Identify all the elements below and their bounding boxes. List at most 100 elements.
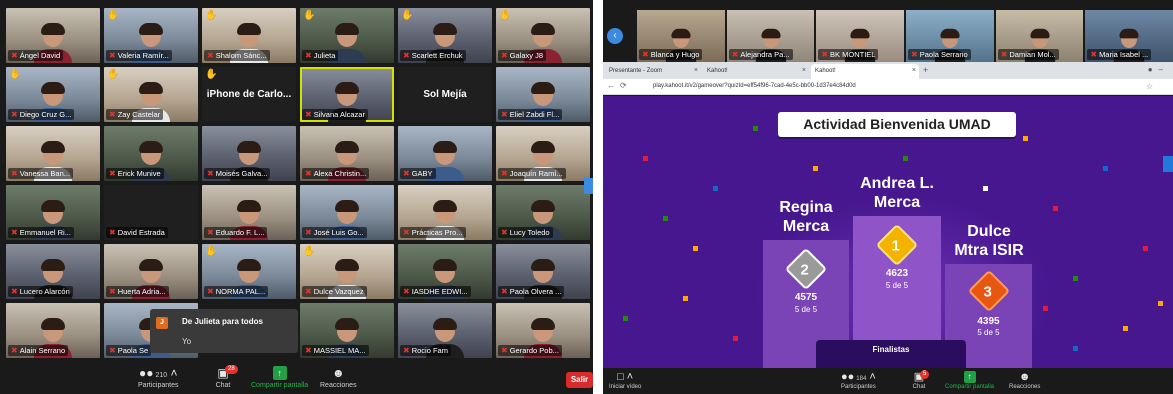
participant-name-label: ✖ Zay Castelar	[106, 109, 164, 120]
strip-participant-tile[interactable]: ✖ Maria Isabel ...	[1085, 10, 1173, 62]
muted-mic-icon: ✖	[403, 287, 410, 296]
participant-tile[interactable]: ✋ ✖ Scarlett Erchuk	[398, 8, 492, 63]
muted-mic-icon: ✖	[109, 346, 116, 355]
participant-name: BK MONTIEL	[830, 50, 876, 59]
participant-tile[interactable]: ✖ Joaquín Ramí...	[496, 126, 590, 181]
participant-tile[interactable]: ✖ Lucero Alarcón	[6, 244, 100, 299]
back-arrow-icon[interactable]: ‹	[607, 28, 623, 44]
quiz-title: Actividad Bienvenida UMAD	[778, 112, 1016, 137]
participant-tile[interactable]: ✖ Alain Serrano	[6, 303, 100, 358]
participant-tile[interactable]: ✖ Prácticas Pro...	[398, 185, 492, 240]
close-icon[interactable]: ×	[694, 67, 698, 74]
participant-tile[interactable]: ✖ IASDHE EDWI...	[398, 244, 492, 299]
participant-tile[interactable]: ✖ Eduardo F. L...	[202, 185, 296, 240]
participant-name: Lucero Alarcón	[19, 287, 70, 296]
participant-tile[interactable]: ✋ ✖ Shalom Sánc...	[202, 8, 296, 63]
participant-tile[interactable]: ✖ José Luis Go...	[300, 185, 394, 240]
participant-tile[interactable]: ✋ ✖ Galaxy J8	[496, 8, 590, 63]
finalists-label: Finalistas	[872, 345, 910, 354]
muted-mic-icon: ✖	[403, 346, 410, 355]
participant-tile[interactable]: ✖ Ángel David	[6, 8, 100, 63]
strip-participant-tile[interactable]: ✖ BK MONTIEL	[816, 10, 905, 62]
participant-name: GABY	[411, 169, 433, 178]
participant-name-label: ✖ Moisés Galva...	[204, 168, 271, 179]
participants-button[interactable]: ●● 184 ˄ Participantes	[841, 371, 876, 390]
next-page-arrow[interactable]	[584, 178, 593, 194]
muted-mic-icon: ✖	[11, 346, 18, 355]
strip-participant-tile[interactable]: ✖ Paola Serrano	[906, 10, 994, 62]
raised-hand-icon: ✋	[9, 69, 22, 80]
tab-kahoot-2[interactable]: Kahoot! ×	[811, 64, 919, 79]
strip-participant-tile[interactable]: ✖ Blanca y Hugo	[637, 10, 725, 62]
muted-mic-icon: ✖	[109, 51, 116, 60]
participant-tile[interactable]: ✖ GABY	[398, 126, 492, 181]
participant-tile[interactable]: ✋ ✖ Julieta	[300, 8, 394, 63]
participant-name-label: ✖ MASSIEL MA...	[302, 345, 369, 356]
participant-tile[interactable]: ✖ Vanessa Ban...	[6, 126, 100, 181]
participant-tile[interactable]: ✖ David Estrada	[104, 185, 198, 240]
share-screen-button[interactable]: ↑ Compartir pantalla	[945, 371, 994, 390]
participant-name-label: ✖ Ángel David	[8, 50, 64, 61]
start-video-button[interactable]: □ ˄ Iniciar vídeo	[609, 371, 641, 390]
participants-button[interactable]: ●● 210 ˄ Participantes	[138, 366, 178, 389]
side-tab[interactable]	[1163, 156, 1173, 172]
participant-tile[interactable]: ✖ Eliel Zabdi Fl...	[496, 67, 590, 122]
address-bar: ←⟳ play.kahoot.it/v2/gameover?quizId=eff…	[603, 79, 1173, 95]
browser-tab-bar: Presentante - Zoom × Kahoot! × Kahoot! ×…	[603, 62, 1173, 79]
reactions-button[interactable]: ☻ Reacciones	[320, 366, 357, 389]
participant-tile[interactable]: ✋ ✖ Diego Cruz G...	[6, 67, 100, 122]
participant-tile[interactable]: ✖ Rocio Fam	[398, 303, 492, 358]
confetti	[983, 186, 988, 191]
participant-name: NORMA PAL...	[215, 287, 266, 296]
participant-tile[interactable]: ✋ ✖ Zay Castelar	[104, 67, 198, 122]
leave-meeting-button[interactable]: Salir	[566, 372, 593, 388]
first-place-score: 4623	[885, 268, 909, 279]
window-controls[interactable]: ●–	[1148, 65, 1169, 74]
close-icon[interactable]: ×	[912, 67, 916, 74]
participant-tile[interactable]: ✖ Alexa Christin...	[300, 126, 394, 181]
strip-participant-tile[interactable]: ✖ Damian Mol...	[995, 10, 1084, 62]
chat-notification[interactable]: J De Julieta para todos Yo	[150, 309, 298, 353]
raised-hand-icon: ✋	[303, 10, 316, 21]
raised-hand-icon: ✋	[107, 10, 120, 21]
participant-tile[interactable]: ✋ ✖ Dulce Vazquez	[300, 244, 394, 299]
chat-button[interactable]: ▣ 28 Chat	[214, 365, 238, 389]
share-screen-button[interactable]: ↑ Compartir pantalla	[251, 366, 308, 389]
participant-name: MASSIEL MA...	[313, 346, 366, 355]
participant-tile[interactable]: ✖ MASSIEL MA...	[300, 303, 394, 358]
strip-participant-tile[interactable]: ✖ Alejandra Pa...	[726, 10, 815, 62]
participant-tile[interactable]: ✖ Emmanuel Ri...	[6, 185, 100, 240]
url-field[interactable]: play.kahoot.it/v2/gameover?quizId=eff54f…	[653, 83, 856, 89]
third-place-correct: 5 de 5	[977, 328, 1000, 337]
participant-tile[interactable]: iPhone de Carlo... ✋	[202, 67, 296, 122]
participant-name-card: Sol Mejía	[423, 89, 467, 100]
participant-tile[interactable]: ✖ Erick Munive	[104, 126, 198, 181]
chat-label: Chat	[912, 384, 926, 390]
participant-tile[interactable]: ✋ ✖ NORMA PAL...	[202, 244, 296, 299]
participant-tile[interactable]: ✋ ✖ Valeria Ramír...	[104, 8, 198, 63]
participant-tile[interactable]: ✖ Moisés Galva...	[202, 126, 296, 181]
new-tab-icon[interactable]: +	[923, 65, 928, 75]
participant-tile[interactable]: ✖ Lucy Toledo	[496, 185, 590, 240]
close-icon[interactable]: ×	[802, 67, 806, 74]
muted-mic-icon: ✖	[642, 50, 649, 59]
participant-tile[interactable]: Sol Mejía	[398, 67, 492, 122]
participant-name: Silvana Alcazar	[313, 110, 365, 119]
bookmark-star-icon[interactable]: ☆	[1146, 82, 1153, 91]
muted-mic-icon: ✖	[305, 346, 312, 355]
muted-mic-icon: ✖	[11, 110, 18, 119]
tab-zoom[interactable]: Presentante - Zoom ×	[605, 64, 701, 79]
reactions-button[interactable]: ☻ Reacciones	[1009, 371, 1040, 390]
participant-tile[interactable]: ✖ Silvana Alcazar	[300, 67, 394, 122]
confetti	[1073, 276, 1078, 281]
participant-name: Gerardo Pob...	[509, 346, 559, 355]
muted-mic-icon: ✖	[501, 51, 508, 60]
participant-tile[interactable]: ✖ Paola Olvera ...	[496, 244, 590, 299]
finalists-panel[interactable]: Finalistas	[816, 340, 966, 368]
chat-button[interactable]: ▣ 5 Chat	[911, 370, 930, 390]
nav-icons[interactable]: ←⟳	[607, 81, 632, 90]
participant-tile[interactable]: ✖ Huerta Adria...	[104, 244, 198, 299]
tab-kahoot-1[interactable]: Kahoot! ×	[703, 64, 809, 79]
participant-tile[interactable]: ✖ Gerardo Pob...	[496, 303, 590, 358]
confetti	[1158, 301, 1163, 306]
